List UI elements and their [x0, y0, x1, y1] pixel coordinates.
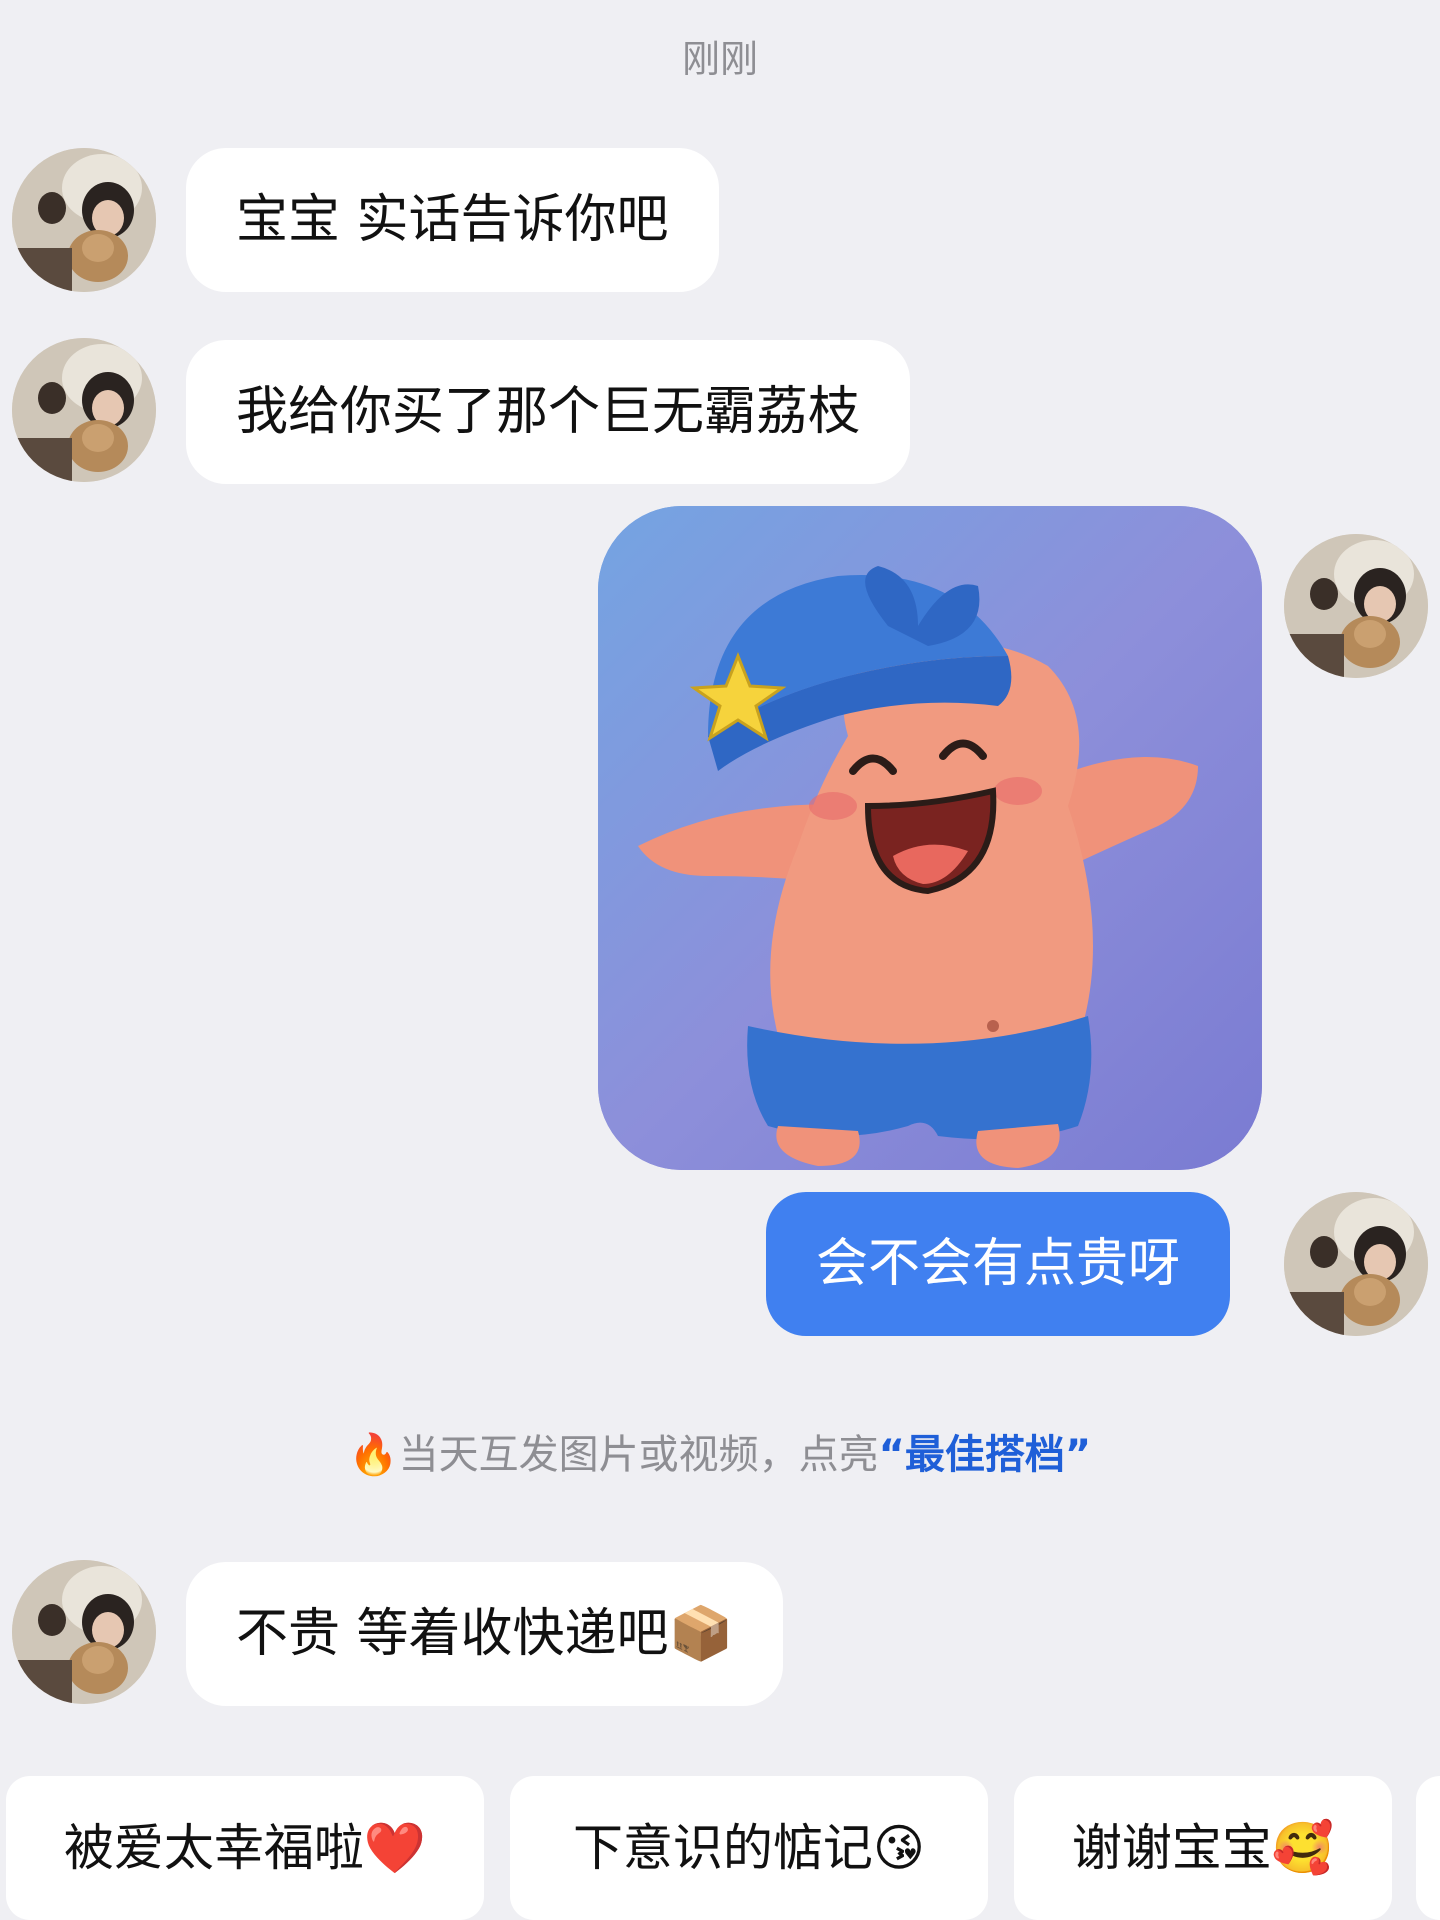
quick-reply-chip-partial[interactable]	[1416, 1776, 1440, 1920]
message-bubble-received[interactable]: 我给你买了那个巨无霸荔枝	[186, 340, 911, 484]
avatar-contact[interactable]	[12, 148, 156, 292]
message-text: 宝宝 实话告诉你吧	[236, 190, 669, 250]
quick-reply-chip[interactable]: 谢谢宝宝🥰	[1014, 1776, 1392, 1920]
message-text: 会不会有点贵呀	[816, 1234, 1181, 1294]
avatar-photo-icon	[12, 338, 156, 482]
quick-reply-label: 谢谢宝宝🥰	[1071, 1819, 1335, 1877]
avatar-photo-icon	[12, 148, 156, 292]
system-tip-text: 当天互发图片或视频，点亮	[398, 1432, 879, 1478]
quick-reply-chip[interactable]: 下意识的惦记😘	[510, 1776, 988, 1920]
message-image-sticker[interactable]	[598, 506, 1262, 1170]
system-tip: 🔥当天互发图片或视频，点亮“最佳搭档”	[0, 1422, 1440, 1480]
message-text: 不贵 等着收快递吧📦	[236, 1604, 734, 1664]
message-bubble-sent[interactable]: 会不会有点贵呀	[766, 1192, 1231, 1336]
message-text: 我给你买了那个巨无霸荔枝	[236, 382, 861, 442]
avatar-self[interactable]	[1284, 534, 1428, 678]
fire-icon: 🔥	[348, 1432, 399, 1478]
avatar-self[interactable]	[1284, 1192, 1428, 1336]
message-bubble-received[interactable]: 不贵 等着收快递吧📦	[186, 1562, 784, 1706]
best-partner-link[interactable]: “最佳搭档”	[879, 1432, 1092, 1478]
patrick-sticker-icon	[598, 506, 1262, 1170]
quick-reply-bar: 被爱太幸福啦❤️ 下意识的惦记😘 谢谢宝宝🥰	[0, 1776, 1440, 1920]
avatar-photo-icon	[1284, 534, 1428, 678]
message-bubble-received[interactable]: 宝宝 实话告诉你吧	[186, 148, 719, 292]
quick-reply-label: 下意识的惦记😘	[572, 1819, 926, 1877]
avatar-contact[interactable]	[12, 338, 156, 482]
avatar-photo-icon	[1284, 1192, 1428, 1336]
quick-reply-chip[interactable]: 被爱太幸福啦❤️	[6, 1776, 484, 1920]
avatar-photo-icon	[12, 1560, 156, 1704]
timestamp: 刚刚	[681, 37, 758, 81]
avatar-contact[interactable]	[12, 1560, 156, 1704]
quick-reply-label: 被爱太幸福啦❤️	[63, 1819, 427, 1877]
